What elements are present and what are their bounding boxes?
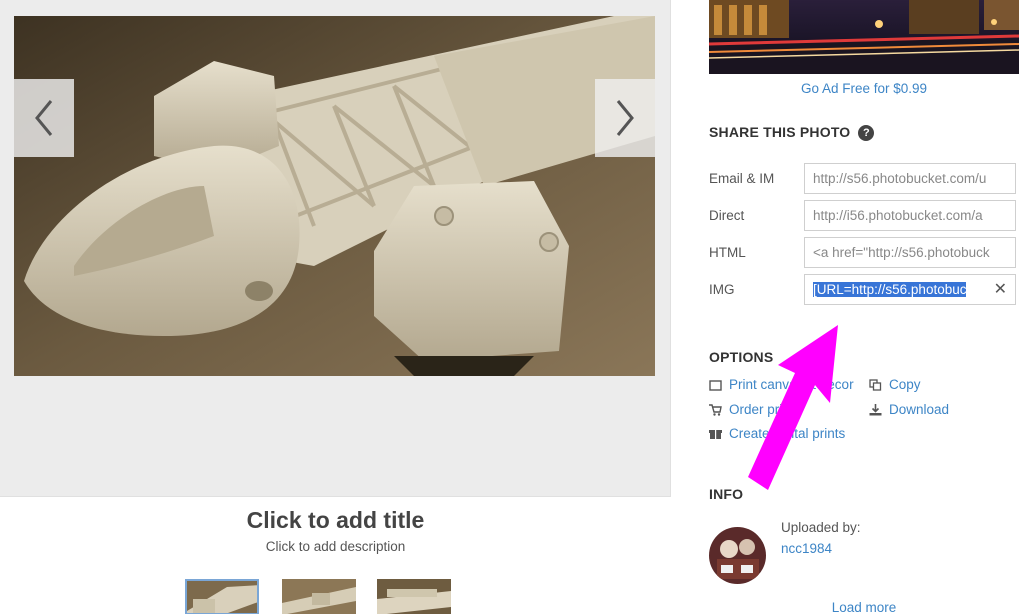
option-label: Order prints — [729, 402, 801, 417]
avatar[interactable] — [709, 527, 766, 584]
share-heading: SHARE THIS PHOTO? — [709, 124, 875, 141]
ad-banner[interactable] — [709, 0, 1019, 74]
share-row-html: HTML <a href="http://s56.photobuck — [709, 237, 1019, 268]
html-link-field[interactable]: <a href="http://s56.photobuck — [804, 237, 1016, 268]
info-heading: INFO — [709, 486, 744, 502]
city-night-ad-image — [709, 0, 1019, 74]
option-label: Create digital prints — [729, 426, 846, 441]
uploaded-by-label: Uploaded by: — [781, 520, 861, 535]
share-row-direct: Direct http://i56.photobucket.com/a — [709, 200, 1019, 231]
share-label: HTML — [709, 245, 746, 260]
share-heading-label: SHARE THIS PHOTO — [709, 124, 851, 140]
thumbnail[interactable] — [377, 579, 451, 614]
gift-icon — [709, 430, 722, 439]
uploader-link[interactable]: ncc1984 — [781, 541, 832, 556]
photo-description[interactable]: Click to add description — [0, 539, 671, 554]
email-im-link-field[interactable]: http://s56.photobucket.com/u — [804, 163, 1016, 194]
main-photo[interactable] — [14, 16, 655, 376]
chevron-right-icon — [616, 100, 634, 136]
selected-text: [URL=http://s56.photobuc — [813, 282, 967, 297]
options-heading: OPTIONS — [709, 349, 774, 365]
share-row-email: Email & IM http://s56.photobucket.com/u — [709, 163, 1019, 194]
option-label: Copy — [889, 377, 921, 392]
thumbnail[interactable] — [282, 579, 356, 614]
thumbnail[interactable] — [185, 579, 259, 614]
thumbnail-image — [377, 579, 451, 614]
share-label: Direct — [709, 208, 745, 223]
sidebar: Go Ad Free for $0.99 SHARE THIS PHOTO? E… — [671, 0, 1024, 614]
img-link-field[interactable]: [URL=http://s56.photobuc ✕ — [804, 274, 1016, 305]
uploader-avatar-image — [709, 527, 766, 584]
option-label: Print canvas & decor — [729, 377, 854, 392]
option-label: Download — [889, 402, 950, 417]
clear-icon[interactable]: ✕ — [994, 275, 1007, 304]
canvas-icon — [709, 380, 722, 391]
download-icon — [869, 404, 882, 416]
share-label: IMG — [709, 282, 735, 297]
share-row-img: IMG [URL=http://s56.photobuc ✕ — [709, 274, 1019, 305]
load-more-link[interactable]: Load more — [709, 600, 1019, 614]
photo-meta: Click to add title Click to add descript… — [0, 497, 671, 614]
spaceship-model-image — [14, 16, 655, 376]
share-label: Email & IM — [709, 171, 775, 186]
cart-icon — [709, 404, 722, 416]
copy-icon — [869, 379, 882, 391]
thumbnail-image — [187, 581, 257, 613]
previous-photo-button[interactable] — [14, 79, 74, 157]
photo-title[interactable]: Click to add title — [0, 507, 671, 534]
direct-link-field[interactable]: http://i56.photobucket.com/a — [804, 200, 1016, 231]
next-photo-button[interactable] — [595, 79, 655, 157]
photo-viewer — [0, 0, 671, 497]
thumbnail-image — [282, 579, 356, 614]
chevron-left-icon — [35, 100, 53, 136]
go-ad-free-link[interactable]: Go Ad Free for $0.99 — [709, 81, 1019, 96]
help-icon[interactable]: ? — [858, 125, 875, 141]
